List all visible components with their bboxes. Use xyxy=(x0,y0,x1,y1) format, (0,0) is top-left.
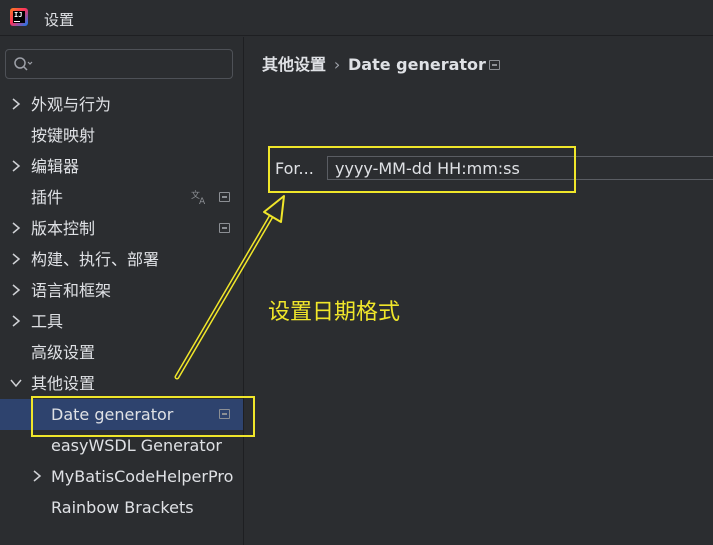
search-box[interactable] xyxy=(5,49,233,79)
project-module-icon xyxy=(219,223,230,233)
chevron-right-icon[interactable] xyxy=(9,252,23,266)
tree-item-tools[interactable]: 工具 xyxy=(0,306,243,337)
tree-item-label: MyBatisCodeHelperPro xyxy=(51,467,234,486)
tree-item-label: 版本控制 xyxy=(31,219,96,238)
tree-item-label: 插件 xyxy=(31,188,64,207)
tree-item-label: Date generator xyxy=(51,405,174,424)
chevron-right-icon[interactable] xyxy=(30,469,44,483)
tree-item-mybatis-code-helper-pro[interactable]: MyBatisCodeHelperPro xyxy=(0,461,243,492)
project-module-icon xyxy=(219,192,230,202)
search-icon[interactable] xyxy=(13,56,33,72)
tree-item-date-generator[interactable]: Date generator xyxy=(0,399,243,430)
tree-item-label: 编辑器 xyxy=(31,157,80,176)
settings-sidebar: 外观与行为 按键映射 编辑器 插件 文 A 版本控制 构建、执行、部署 语言和框… xyxy=(0,37,243,545)
breadcrumb-current: Date generator xyxy=(348,55,486,74)
breadcrumb-separator: › xyxy=(333,55,341,74)
tree-item-label: 其他设置 xyxy=(31,374,96,393)
annotation-text: 设置日期格式 xyxy=(268,300,401,325)
tree-item-label: 语言和框架 xyxy=(31,281,112,300)
date-format-input[interactable] xyxy=(327,156,713,180)
breadcrumb-parent[interactable]: 其他设置 xyxy=(262,55,326,74)
chevron-right-icon[interactable] xyxy=(9,283,23,297)
translate-icon: 文 A xyxy=(191,189,206,205)
tree-item-plugins[interactable]: 插件 文 A xyxy=(0,182,243,213)
tree-item-label: easyWSDL Generator xyxy=(51,436,222,455)
chevron-right-icon[interactable] xyxy=(9,221,23,235)
tree-item-appearance-behavior[interactable]: 外观与行为 xyxy=(0,89,243,120)
tree-item-label: 按键映射 xyxy=(31,126,96,145)
chevron-right-icon[interactable] xyxy=(9,159,23,173)
project-module-icon xyxy=(219,409,230,419)
tree-item-rainbow-brackets[interactable]: Rainbow Brackets xyxy=(0,492,243,523)
chevron-right-icon[interactable] xyxy=(9,97,23,111)
window-title: 设置 xyxy=(44,11,75,29)
tree-item-label: 构建、执行、部署 xyxy=(31,250,160,269)
tree-item-easywsdl-generator[interactable]: easyWSDL Generator xyxy=(0,430,243,461)
tree-item-label: Rainbow Brackets xyxy=(51,498,194,517)
format-label: For... xyxy=(275,159,314,178)
tree-item-label: 外观与行为 xyxy=(31,95,112,114)
search-input[interactable] xyxy=(36,54,226,74)
tree-item-label: 工具 xyxy=(31,312,64,331)
tree-item-languages-frameworks[interactable]: 语言和框架 xyxy=(0,275,243,306)
tree-item-build-execution-deployment[interactable]: 构建、执行、部署 xyxy=(0,244,243,275)
chevron-down-icon[interactable] xyxy=(9,376,23,390)
svg-text:A: A xyxy=(199,197,206,205)
tree-item-other-settings[interactable]: 其他设置 xyxy=(0,368,243,399)
tree-item-advanced-settings[interactable]: 高级设置 xyxy=(0,337,243,368)
tree-item-label: 高级设置 xyxy=(31,343,96,362)
project-module-icon xyxy=(489,60,500,70)
intellij-idea-icon: IJ xyxy=(10,8,28,26)
chevron-right-icon[interactable] xyxy=(9,314,23,328)
title-bar: IJ 设置 xyxy=(0,0,713,36)
tree-item-editor[interactable]: 编辑器 xyxy=(0,151,243,182)
tree-item-keymap[interactable]: 按键映射 xyxy=(0,120,243,151)
breadcrumb: 其他设置 › Date generator xyxy=(262,54,486,76)
settings-content-panel: 其他设置 › Date generator For... xyxy=(243,37,713,545)
tree-item-version-control[interactable]: 版本控制 xyxy=(0,213,243,244)
